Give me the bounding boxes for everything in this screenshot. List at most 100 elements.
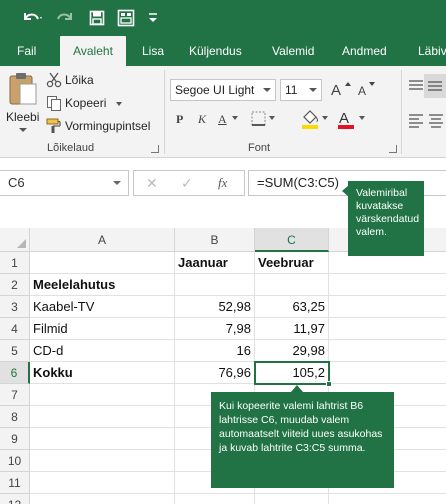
- cell-b2[interactable]: [175, 274, 255, 296]
- cell-b3[interactable]: 52,98: [175, 296, 255, 318]
- cell-b1[interactable]: Jaanuar: [175, 252, 255, 274]
- chevron-down-icon: [309, 88, 317, 92]
- tab-formulas[interactable]: Valemid: [272, 36, 314, 66]
- chevron-down-icon[interactable]: [232, 116, 238, 120]
- cell-a3[interactable]: Kaabel-TV: [30, 296, 175, 318]
- borders-button[interactable]: [250, 110, 268, 133]
- chevron-down-icon[interactable]: [113, 181, 121, 185]
- chevron-down-icon[interactable]: [359, 116, 365, 120]
- increase-font-size-button[interactable]: A: [330, 80, 352, 103]
- enter-icon[interactable]: ✓: [181, 175, 193, 192]
- font-name-combo[interactable]: Segoe UI Light: [170, 79, 276, 101]
- name-box[interactable]: C6: [0, 170, 129, 196]
- empty-cell[interactable]: [329, 494, 446, 504]
- customize-qat-button[interactable]: [144, 0, 162, 36]
- cell-a2[interactable]: Meelelahutus: [30, 274, 175, 296]
- cell-b6[interactable]: 76,96: [175, 362, 255, 384]
- empty-cell[interactable]: [329, 362, 446, 384]
- font-dialog-launcher-icon[interactable]: [389, 145, 397, 153]
- paste-button[interactable]: Kleebi: [6, 70, 40, 134]
- empty-cell[interactable]: [329, 318, 446, 340]
- redo-icon: [57, 13, 72, 20]
- empty-cell[interactable]: [30, 494, 175, 504]
- column-header-a[interactable]: A: [30, 228, 175, 252]
- empty-cell[interactable]: [30, 472, 175, 494]
- clipboard-group-label: Lõikelaud: [47, 142, 95, 154]
- row-header-10[interactable]: 10: [0, 450, 30, 472]
- decrease-font-icon: A: [358, 82, 375, 98]
- font-size-combo[interactable]: 11: [280, 79, 322, 101]
- cell-b4[interactable]: 7,98: [175, 318, 255, 340]
- customize-qat-icon: [149, 13, 157, 22]
- empty-cell[interactable]: [175, 494, 255, 504]
- title-bar: [0, 0, 446, 36]
- clipboard-dialog-launcher-icon[interactable]: [151, 145, 159, 153]
- select-all-corner[interactable]: [0, 228, 30, 252]
- cell-c4[interactable]: 11,97: [255, 318, 329, 340]
- row-header-11[interactable]: 11: [0, 472, 30, 494]
- align-top-button[interactable]: [408, 78, 424, 99]
- fill-handle[interactable]: [326, 381, 332, 387]
- save-icon: [89, 10, 105, 26]
- tab-layout[interactable]: Küljendus: [189, 36, 242, 66]
- tab-data[interactable]: Andmed: [342, 36, 387, 66]
- cell-a5[interactable]: CD-d: [30, 340, 175, 362]
- cell-b5[interactable]: 16: [175, 340, 255, 362]
- align-center-button[interactable]: [428, 112, 444, 133]
- row-header-1[interactable]: 1: [0, 252, 30, 274]
- redo-button[interactable]: [52, 0, 80, 36]
- tab-file[interactable]: Fail: [17, 36, 36, 66]
- row-header-2[interactable]: 2: [0, 274, 30, 296]
- empty-cell[interactable]: [329, 296, 446, 318]
- undo-button[interactable]: [14, 0, 50, 36]
- tab-review[interactable]: Läbiv: [418, 36, 446, 66]
- row-header-12[interactable]: 12: [0, 494, 30, 504]
- row-header-3[interactable]: 3: [0, 296, 30, 318]
- cell-a4[interactable]: Filmid: [30, 318, 175, 340]
- tab-home[interactable]: Avaleht: [60, 36, 126, 66]
- column-header-c[interactable]: C: [255, 228, 329, 252]
- empty-cell[interactable]: [329, 340, 446, 362]
- align-middle-button[interactable]: [424, 74, 446, 98]
- align-left-button[interactable]: [408, 112, 424, 133]
- empty-cell[interactable]: [30, 384, 175, 406]
- cell-c1[interactable]: Veebruar: [255, 252, 329, 274]
- cell-a1[interactable]: [30, 252, 175, 274]
- chevron-down-icon[interactable]: [322, 116, 328, 120]
- underline-button[interactable]: A: [218, 112, 227, 127]
- cancel-icon[interactable]: ✕: [146, 175, 158, 192]
- column-header-b[interactable]: B: [175, 228, 255, 252]
- decrease-font-size-button[interactable]: A: [356, 80, 378, 103]
- paint-bucket-icon: [302, 110, 319, 129]
- bold-button[interactable]: P: [176, 112, 183, 127]
- fill-color-button[interactable]: [300, 108, 320, 135]
- align-center-icon: [429, 114, 443, 128]
- empty-cell[interactable]: [30, 428, 175, 450]
- cell-a6[interactable]: Kokku: [30, 362, 175, 384]
- cell-c2[interactable]: [255, 274, 329, 296]
- chevron-down-icon[interactable]: [269, 116, 275, 120]
- form-button[interactable]: [114, 0, 138, 36]
- font-color-button[interactable]: A: [336, 108, 356, 135]
- callout-pointer: [291, 385, 303, 392]
- save-button[interactable]: [86, 0, 108, 36]
- empty-cell[interactable]: [30, 406, 175, 428]
- row-header-7[interactable]: 7: [0, 384, 30, 406]
- callout-pointer: [342, 185, 349, 197]
- insert-function-icon[interactable]: fx: [218, 175, 227, 191]
- empty-cell[interactable]: [255, 494, 329, 504]
- italic-button[interactable]: K: [198, 112, 206, 127]
- cell-c6[interactable]: 105,2: [255, 362, 329, 384]
- cell-c3[interactable]: 63,25: [255, 296, 329, 318]
- chevron-down-icon[interactable]: [116, 102, 122, 106]
- empty-cell[interactable]: [30, 450, 175, 472]
- row-header-4[interactable]: 4: [0, 318, 30, 340]
- row-header-6[interactable]: 6: [0, 362, 30, 384]
- row-header-9[interactable]: 9: [0, 428, 30, 450]
- row-header-5[interactable]: 5: [0, 340, 30, 362]
- empty-cell[interactable]: [329, 274, 446, 296]
- cell-c5[interactable]: 29,98: [255, 340, 329, 362]
- row-header-8[interactable]: 8: [0, 406, 30, 428]
- font-group-label: Font: [248, 142, 271, 154]
- tab-insert[interactable]: Lisa: [142, 36, 164, 66]
